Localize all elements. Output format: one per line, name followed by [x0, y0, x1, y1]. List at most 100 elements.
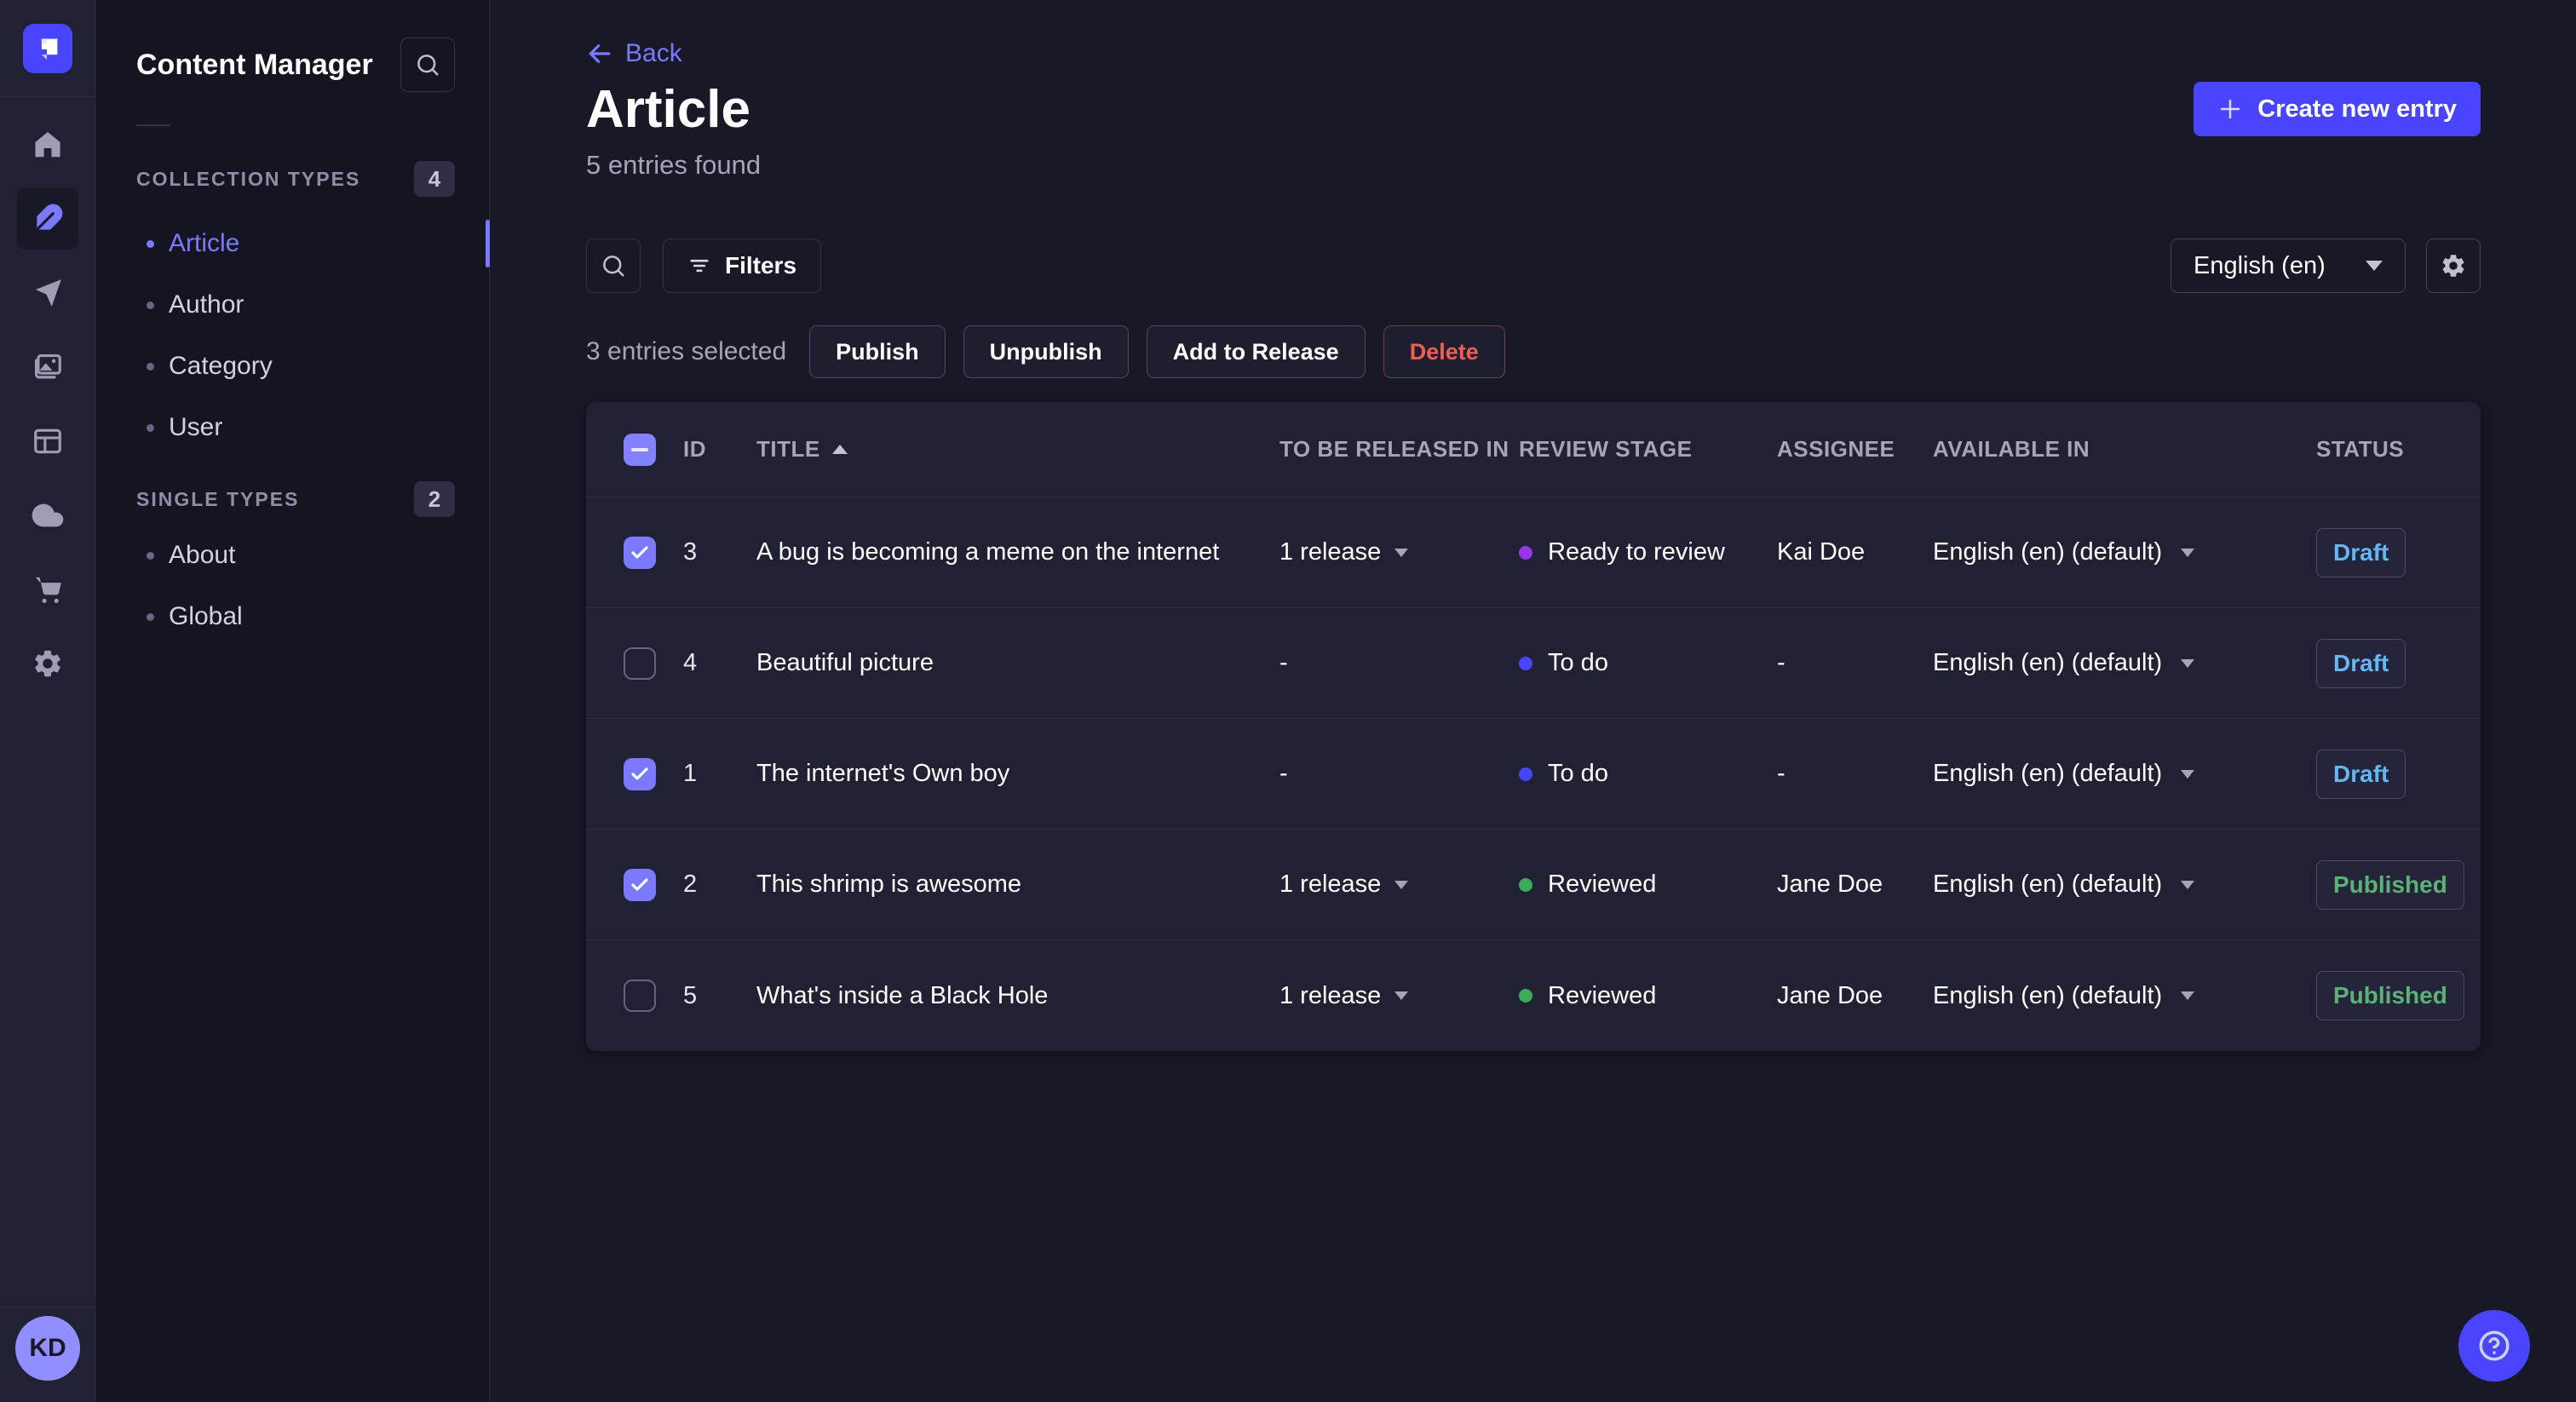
table-row[interactable]: 1 The internet's Own boy - To do - Engli… — [586, 719, 2481, 830]
select-all-checkbox[interactable] — [624, 433, 656, 466]
search-icon — [603, 256, 624, 277]
sidebar-item-category[interactable]: Category — [95, 336, 489, 397]
release-value: 1 release — [1279, 871, 1382, 898]
cell-available-in[interactable]: English (en) (default) — [1933, 982, 2316, 1010]
sidebar-item-label: About — [169, 541, 236, 569]
row-checkbox[interactable] — [624, 646, 656, 680]
nav-content-type-builder-button[interactable] — [17, 411, 78, 472]
cell-available-in[interactable]: English (en) (default) — [1933, 871, 2316, 899]
nav-marketplace-button[interactable] — [17, 559, 78, 620]
stage-dot-icon — [1519, 545, 1532, 560]
nav-releases-button[interactable] — [17, 262, 78, 324]
cell-release[interactable]: 1 release — [1279, 982, 1519, 1010]
cell-release: - — [1279, 760, 1519, 788]
column-header-review-stage[interactable]: REVIEW STAGE — [1519, 436, 1777, 463]
add-to-release-button[interactable]: Add to Release — [1146, 325, 1366, 378]
row-checkbox[interactable] — [624, 868, 656, 901]
publish-button[interactable]: Publish — [809, 325, 946, 378]
nav-content-manager-button[interactable] — [16, 188, 78, 250]
locale-value: English (en) (default) — [1933, 538, 2163, 566]
unpublish-button[interactable]: Unpublish — [963, 325, 1129, 378]
sidebar-item-article[interactable]: Article — [95, 213, 490, 274]
bullet-icon — [147, 362, 154, 371]
strapi-logo[interactable] — [22, 24, 72, 73]
cell-review-stage: Reviewed — [1519, 982, 1777, 1010]
feather-pen-icon — [35, 204, 62, 232]
entries-count-text: 5 entries found — [586, 150, 762, 180]
chevron-down-icon — [2181, 991, 2195, 1000]
status-badge: Draft — [2316, 749, 2406, 799]
cell-available-in[interactable]: English (en) (default) — [1933, 538, 2316, 566]
row-checkbox[interactable] — [624, 757, 656, 790]
row-checkbox[interactable] — [624, 980, 656, 1012]
table-row[interactable]: 3 A bug is becoming a meme on the intern… — [586, 497, 2481, 608]
status-badge: Draft — [2316, 638, 2406, 688]
paper-plane-icon — [35, 279, 61, 307]
column-header-assignee[interactable]: ASSIGNEE — [1777, 436, 1933, 463]
entries-table: ID TITLE TO BE RELEASED IN REVIEW STAGE … — [586, 402, 2481, 1051]
help-button[interactable] — [2458, 1310, 2530, 1382]
table-row[interactable]: 2 This shrimp is awesome 1 release Revie… — [586, 830, 2481, 940]
bullet-icon — [147, 301, 154, 309]
cell-title: A bug is becoming a meme on the internet — [756, 538, 1220, 566]
cell-review-stage: To do — [1519, 760, 1777, 788]
nav-deploy-button[interactable] — [17, 485, 78, 546]
chevron-down-icon — [2181, 769, 2195, 779]
stage-label: To do — [1548, 760, 1608, 787]
sidebar-item-label: Article — [169, 229, 240, 257]
user-avatar[interactable]: KD — [15, 1316, 80, 1381]
back-link[interactable]: Back — [586, 39, 682, 68]
bullet-icon — [147, 551, 154, 560]
column-header-to-be-released-in[interactable]: TO BE RELEASED IN — [1279, 436, 1519, 463]
chevron-down-icon — [2181, 548, 2195, 557]
column-header-id[interactable]: ID — [683, 436, 756, 463]
create-new-entry-button[interactable]: Create new entry — [2194, 82, 2481, 136]
selection-count-text: 3 entries selected — [586, 337, 787, 365]
cell-id: 3 — [683, 538, 698, 566]
delete-button[interactable]: Delete — [1383, 325, 1505, 378]
arrow-left-icon — [589, 44, 611, 63]
nav-media-library-button[interactable] — [17, 336, 78, 398]
create-new-entry-label: Create new entry — [2257, 95, 2457, 123]
table-row[interactable]: 5 What's inside a Black Hole 1 release R… — [586, 940, 2481, 1051]
status-badge: Published — [2316, 971, 2464, 1020]
cell-title: This shrimp is awesome — [756, 871, 1022, 898]
table-header-row: ID TITLE TO BE RELEASED IN REVIEW STAGE … — [586, 402, 2481, 497]
single-types-count-badge: 2 — [414, 481, 455, 517]
sidebar-item-author[interactable]: Author — [95, 274, 489, 336]
content-manager-subnav: Content Manager COLLECTION TYPES 4 Artic… — [95, 0, 490, 1402]
sidebar-item-about[interactable]: About — [95, 525, 489, 586]
column-header-status[interactable]: STATUS — [2316, 436, 2464, 463]
stage-label: Ready to review — [1548, 538, 1725, 566]
sidebar-item-user[interactable]: User — [95, 397, 489, 458]
subnav-search-button[interactable] — [400, 37, 455, 92]
media-images-icon — [34, 353, 61, 379]
filters-button[interactable]: Filters — [663, 238, 822, 293]
list-search-button[interactable] — [586, 238, 641, 293]
indeterminate-dash-icon — [631, 447, 648, 451]
view-settings-button[interactable] — [2426, 238, 2481, 293]
locale-selected-value: English (en) — [2194, 251, 2326, 279]
check-icon — [631, 545, 648, 559]
layout-icon — [33, 428, 61, 454]
sidebar-item-global[interactable]: Global — [95, 586, 489, 647]
nav-settings-button[interactable] — [17, 633, 78, 694]
sidebar-item-label: Global — [169, 602, 243, 630]
cell-release[interactable]: 1 release — [1279, 538, 1519, 566]
sidebar-item-label: User — [169, 413, 223, 441]
cell-release[interactable]: 1 release — [1279, 871, 1519, 899]
bullet-icon — [147, 239, 154, 248]
sort-ascending-icon — [831, 445, 848, 454]
column-header-available-in[interactable]: AVAILABLE IN — [1933, 436, 2316, 463]
cell-available-in[interactable]: English (en) (default) — [1933, 760, 2316, 788]
stage-label: Reviewed — [1548, 981, 1657, 1009]
cell-title: Beautiful picture — [756, 649, 934, 676]
nav-home-button[interactable] — [17, 114, 78, 175]
table-row[interactable]: 4 Beautiful picture - To do - English (e… — [586, 608, 2481, 719]
cell-available-in[interactable]: English (en) (default) — [1933, 649, 2316, 677]
cell-status: Draft — [2316, 638, 2464, 688]
row-checkbox[interactable] — [624, 536, 656, 569]
column-header-title[interactable]: TITLE — [756, 436, 1279, 463]
locale-select[interactable]: English (en) — [2171, 238, 2406, 293]
subnav-separator — [136, 124, 170, 126]
